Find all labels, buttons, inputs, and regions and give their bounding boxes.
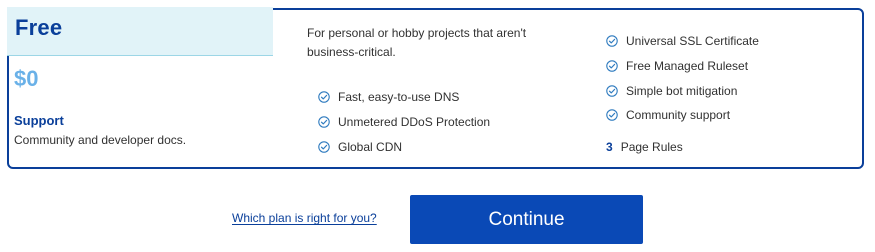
check-circle-icon — [606, 35, 618, 47]
feature-dns: Fast, easy-to-use DNS — [318, 90, 459, 104]
support-description: Community and developer docs. — [14, 133, 187, 147]
feature-label: Global CDN — [338, 140, 403, 154]
page-rules-count: 3 — [606, 140, 613, 154]
feature-ddos: Unmetered DDoS Protection — [318, 115, 490, 129]
feature-ssl: Universal SSL Certificate — [606, 34, 759, 48]
page-rules: 3 Page Rules — [606, 140, 683, 154]
which-plan-link[interactable]: Which plan is right for you? — [232, 211, 377, 225]
feature-community-support: Community support — [606, 108, 730, 122]
check-circle-icon — [318, 116, 330, 128]
plan-price: $0 — [14, 66, 39, 91]
feature-label: Universal SSL Certificate — [626, 34, 759, 48]
continue-button[interactable]: Continue — [410, 195, 643, 244]
feature-label: Community support — [626, 108, 731, 122]
plan-description: For personal or hobby projects that aren… — [307, 26, 527, 59]
plan-name: Free — [15, 15, 63, 40]
feature-managed-ruleset: Free Managed Ruleset — [606, 59, 748, 73]
feature-label: Free Managed Ruleset — [626, 59, 749, 73]
support-title: Support — [14, 113, 64, 128]
check-circle-icon — [318, 91, 330, 103]
check-circle-icon — [606, 109, 618, 121]
feature-label: Unmetered DDoS Protection — [338, 115, 491, 129]
check-circle-icon — [606, 60, 618, 72]
page-rules-label: Page Rules — [620, 140, 683, 154]
feature-bot-mitigation: Simple bot mitigation — [606, 84, 737, 98]
check-circle-icon — [318, 141, 330, 153]
feature-cdn: Global CDN — [318, 140, 402, 154]
feature-label: Fast, easy-to-use DNS — [338, 90, 460, 104]
feature-label: Simple bot mitigation — [626, 84, 738, 98]
check-circle-icon — [606, 85, 618, 97]
